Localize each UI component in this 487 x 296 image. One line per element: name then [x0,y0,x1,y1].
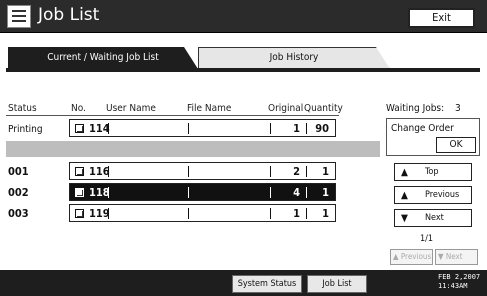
divider [188,123,189,134]
quantity: 1 [322,165,329,178]
quantity: 1 [322,186,329,199]
divider [108,166,109,177]
page-previous-button[interactable]: ▲ Previous [390,249,433,265]
tab-job-history[interactable]: Job History [198,47,390,69]
page-next-label: Next [445,252,463,261]
time-text: 11:43AM [438,282,468,290]
original-count: 2 [293,165,300,178]
arrow-down-icon: ▼ [438,252,444,261]
divider [306,123,307,134]
bottom-bar: System Status Job List FEB 2,2007 11:43A… [0,270,487,296]
move-top-button[interactable]: ▲ Top [394,163,472,181]
arrow-up-icon: ▲ [401,190,408,201]
exit-button[interactable]: Exit [408,8,475,28]
page-indicator: 1/1 [420,234,434,244]
job-number: 114 [89,122,110,135]
divider [270,187,271,198]
row-status: 002 [8,186,29,199]
system-status-button[interactable]: System Status [232,275,302,293]
arrow-up-icon: ▲ [401,167,408,178]
date-text: FEB 2,2007 [438,273,481,281]
page-next-button[interactable]: ▼ Next [435,249,478,265]
divider [108,123,109,134]
document-icon [75,124,84,133]
row-status: 001 [8,165,29,178]
col-quantity: Quantity [304,103,343,114]
job-row[interactable]: 116 2 1 [69,162,336,180]
col-user-name: User Name [106,103,156,114]
date-time: FEB 2,2007 11:43AM [438,273,480,291]
original-count: 4 [293,186,300,199]
job-row[interactable]: 114 1 90 [69,119,336,137]
top-label: Top [425,167,439,177]
document-icon [75,209,84,218]
tab-current-waiting[interactable]: Current / Waiting Job List [8,47,198,69]
document-icon [75,167,84,176]
move-previous-button[interactable]: ▲ Previous [394,186,472,204]
printing-separator-bar [6,141,380,157]
header-divider [6,115,339,116]
waiting-jobs: Waiting Jobs: 3 [386,103,461,114]
divider [270,166,271,177]
col-no: No. [71,103,86,114]
divider [188,166,189,177]
divider [270,123,271,134]
job-row[interactable]: 119 1 1 [69,204,336,222]
divider [306,187,307,198]
job-list-icon [7,5,31,28]
tab-underline [6,68,480,72]
divider [188,187,189,198]
header-bar: Job List Exit [0,0,487,33]
page-previous-label: Previous [400,252,432,261]
job-row-selected[interactable]: 118 4 1 [69,183,336,201]
original-count: 1 [293,122,300,135]
original-count: 1 [293,207,300,220]
divider [306,208,307,219]
divider [306,166,307,177]
divider [108,187,109,198]
divider [270,208,271,219]
col-original: Original [268,103,304,114]
page-title: Job List [38,5,100,25]
row-status: 003 [8,207,29,220]
next-label: Next [425,213,444,223]
document-icon [75,188,84,197]
change-order-panel: Change Order OK [386,118,480,156]
waiting-jobs-count: 3 [455,103,461,114]
col-file-name: File Name [187,103,232,114]
move-next-button[interactable]: ▼ Next [394,209,472,227]
col-status: Status [8,103,37,114]
row-status: Printing [8,124,43,135]
previous-label: Previous [425,190,460,200]
change-order-label: Change Order [391,123,454,134]
quantity: 90 [315,122,329,135]
job-number: 116 [89,165,110,178]
ok-button[interactable]: OK [436,137,476,153]
arrow-down-icon: ▼ [401,213,408,224]
waiting-jobs-label: Waiting Jobs: [386,103,445,114]
divider [108,208,109,219]
job-number: 118 [89,186,110,199]
quantity: 1 [322,207,329,220]
arrow-up-icon: ▲ [393,252,399,261]
tab-strip: Current / Waiting Job List Job History [0,34,487,70]
divider [188,208,189,219]
job-number: 119 [89,207,110,220]
job-list-button[interactable]: Job List [307,275,367,293]
